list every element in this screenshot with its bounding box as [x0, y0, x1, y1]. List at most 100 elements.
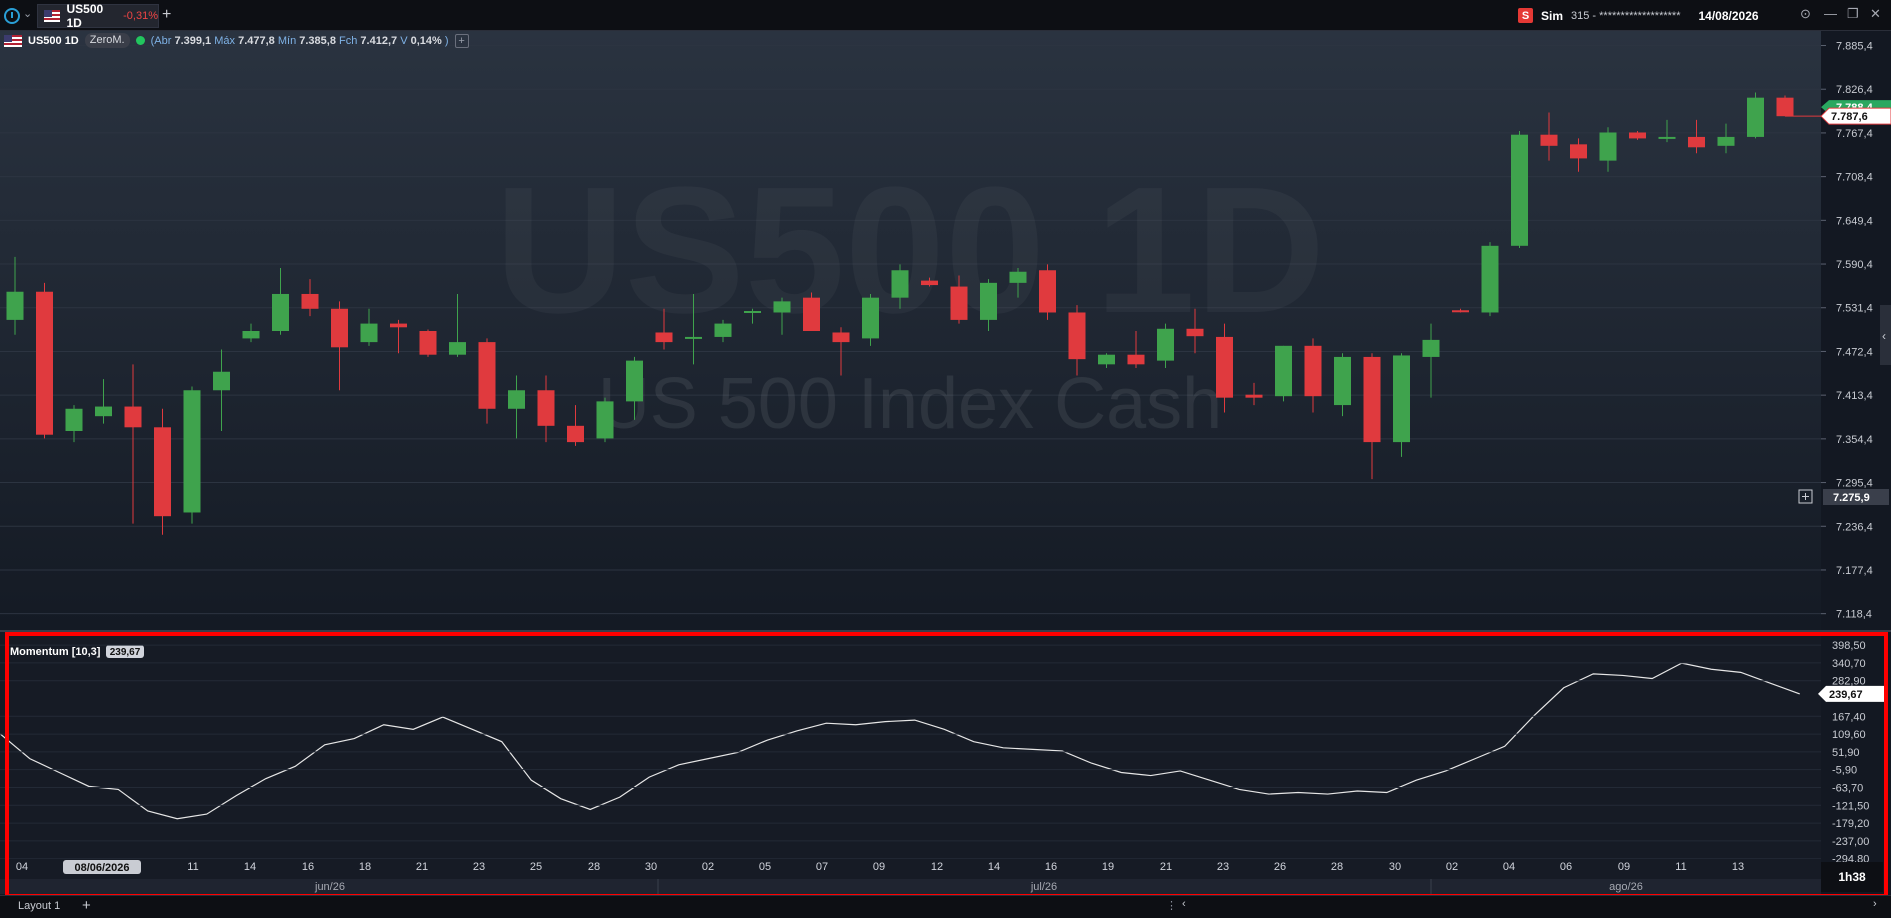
candle-body[interactable] [537, 390, 555, 426]
price-tick-label: 7.885,4 [1836, 41, 1873, 53]
layout-bar: Layout 1 + ⋮ ‹ › [0, 895, 1891, 918]
candle-body[interactable] [1570, 144, 1587, 159]
last-price-label: 7.787,6 [1831, 111, 1868, 123]
candle-body[interactable] [862, 297, 879, 339]
candle-body[interactable] [65, 408, 83, 431]
scroll-right-icon[interactable]: › [1873, 898, 1877, 910]
candle-body[interactable] [1511, 134, 1528, 246]
candle-body[interactable] [567, 425, 584, 443]
candle-body[interactable] [183, 390, 201, 513]
candle-body[interactable] [242, 331, 260, 339]
candle-body[interactable] [1009, 271, 1027, 283]
add-layout-button[interactable]: + [82, 897, 91, 914]
candle-body[interactable] [1599, 132, 1617, 161]
candle-body[interactable] [1629, 132, 1646, 139]
candle-body[interactable] [360, 323, 378, 343]
candle-body[interactable] [1304, 345, 1322, 397]
candle-body[interactable] [1658, 136, 1676, 139]
candle-body[interactable] [6, 291, 24, 320]
candle-timer: 1h38 [1838, 870, 1866, 884]
price-tick-label: 7.531,4 [1836, 303, 1873, 315]
price-tick-label: 7.354,4 [1836, 434, 1873, 446]
layout-tab[interactable]: Layout 1 [18, 900, 60, 912]
candle-body[interactable] [655, 332, 673, 343]
time-tick-label: 16 [1045, 861, 1057, 873]
candle-body[interactable] [1422, 339, 1440, 357]
time-tick-label: 11 [187, 861, 198, 873]
candle-body[interactable] [1186, 328, 1204, 337]
scroll-left-icon[interactable]: ‹ [1182, 898, 1186, 910]
candle-body[interactable] [744, 311, 761, 313]
candle-body[interactable] [596, 401, 614, 439]
candle-body[interactable] [508, 390, 525, 409]
legend-symbol[interactable]: US500 1D [28, 35, 79, 47]
candle-body[interactable] [272, 293, 289, 331]
candle-body[interactable] [1245, 394, 1263, 398]
candle-body[interactable] [301, 293, 319, 309]
candle-body[interactable] [36, 291, 53, 435]
chevron-left-icon[interactable]: ‹ [1882, 329, 1886, 343]
crosshair-price-label: 7.275,9 [1833, 492, 1870, 504]
candle-body[interactable] [124, 406, 142, 428]
candle-body[interactable] [331, 308, 348, 348]
candle-body[interactable] [419, 331, 437, 355]
candle-body[interactable] [1098, 354, 1115, 365]
candle-body[interactable] [1747, 97, 1764, 137]
add-indicator-button[interactable]: + [454, 33, 469, 48]
candle-body[interactable] [213, 371, 230, 391]
candle-body[interactable] [1039, 270, 1056, 313]
candle-body[interactable] [1776, 97, 1794, 117]
time-tick-label: 05 [759, 861, 771, 873]
candle-body[interactable] [1393, 355, 1410, 443]
candle-body[interactable] [1157, 328, 1174, 361]
candle-body[interactable] [980, 282, 997, 320]
candle-body[interactable] [803, 297, 820, 331]
momentum-tick-label: 109,60 [1832, 729, 1866, 741]
time-tick-label: 14 [988, 861, 1000, 873]
momentum-title[interactable]: Momentum [10,3] [10, 646, 101, 658]
candle-body[interactable] [95, 406, 112, 417]
momentum-tick-label: 398,50 [1832, 640, 1866, 652]
price-tick-label: 7.708,4 [1836, 172, 1873, 184]
candle-body[interactable] [1275, 345, 1292, 397]
open-value: 7.399,1 [174, 34, 212, 47]
low-label: Mín [277, 34, 297, 47]
candle-body[interactable] [1216, 336, 1233, 398]
candle-body[interactable] [626, 360, 643, 402]
candle-body[interactable] [449, 342, 466, 355]
time-tick-label: 23 [1217, 861, 1229, 873]
candle-body[interactable] [1688, 136, 1705, 148]
candle-body[interactable] [921, 280, 938, 286]
candle-body[interactable] [1334, 356, 1351, 406]
candle-body[interactable] [1717, 136, 1735, 146]
candle-body[interactable] [950, 286, 968, 320]
price-tick-label: 7.590,4 [1836, 259, 1873, 271]
volume-label: V [400, 34, 408, 47]
price-tick-label: 7.413,4 [1836, 390, 1873, 402]
candle-body[interactable] [478, 342, 496, 409]
candle-body[interactable] [1481, 245, 1499, 313]
candle-body[interactable] [685, 336, 702, 339]
momentum-last-label: 239,67 [1829, 689, 1863, 701]
momentum-tick-label: 282,90 [1832, 676, 1866, 688]
candle-body[interactable] [832, 332, 850, 343]
indicator-pane-background [0, 631, 1821, 877]
month-label: ago/26 [1609, 881, 1643, 893]
candle-body[interactable] [1068, 312, 1086, 360]
broker-badge[interactable]: ZeroM. [84, 33, 130, 48]
candle-body[interactable] [714, 323, 732, 337]
candle-body[interactable] [1540, 134, 1558, 146]
candle-body[interactable] [1363, 356, 1381, 443]
more-icon[interactable]: ⋮ [1166, 899, 1177, 912]
candle-body[interactable] [773, 301, 791, 313]
candle-body[interactable] [390, 323, 407, 328]
ohlc-readout: (Abr 7.399,1 Máx 7.477,8 Mín 7.385,8 Fch… [150, 34, 449, 47]
candle-body[interactable] [891, 270, 909, 298]
candle-body[interactable] [1127, 354, 1145, 365]
price-tick-label: 7.295,4 [1836, 478, 1873, 490]
watermark-description: US 500 Index Cash [598, 364, 1222, 444]
momentum-tick-label: 167,40 [1832, 711, 1866, 723]
candle-body[interactable] [154, 427, 171, 517]
chart-canvas[interactable]: US500 1D US 500 Index Cash 7.885,4 7.826,… [0, 0, 1891, 918]
candle-body[interactable] [1452, 310, 1469, 313]
